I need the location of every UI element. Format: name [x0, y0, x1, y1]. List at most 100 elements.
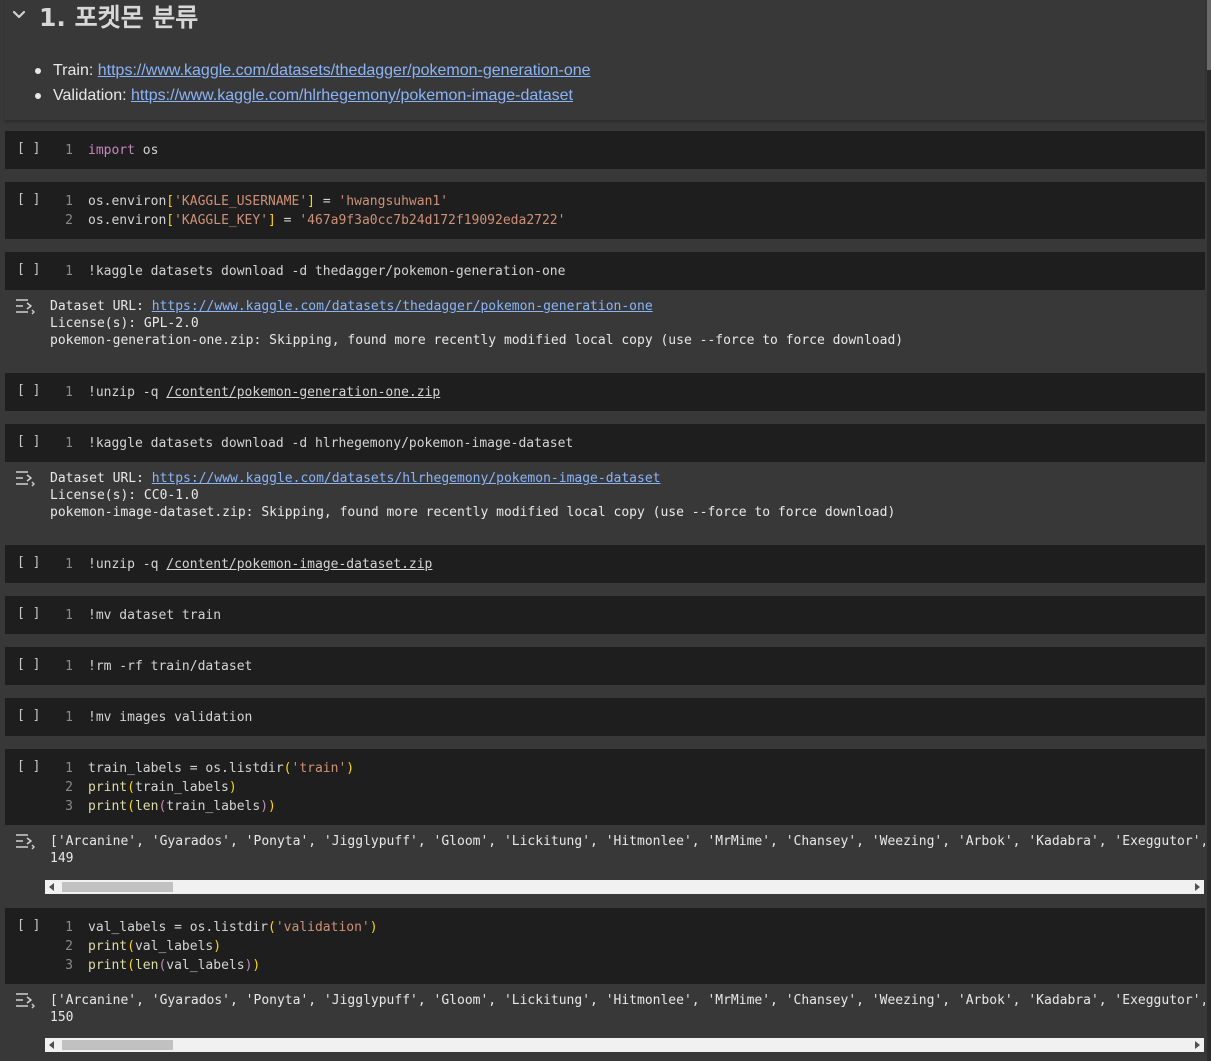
chevron-down-icon[interactable]	[9, 5, 29, 25]
output-line: 150	[50, 1010, 74, 1025]
code-cell[interactable]: [ ] 1 !rm -rf train/dataset	[5, 647, 1205, 685]
cell-output: Dataset URL: https://www.kaggle.com/data…	[5, 290, 1205, 360]
code-editor[interactable]: 1 !mv images validation	[55, 708, 252, 727]
line-number: 1	[65, 194, 73, 209]
run-cell-button[interactable]: [ ]	[17, 141, 40, 156]
code-line: 3 print(len(val_labels))	[55, 956, 378, 975]
code-editor[interactable]: 1 import os	[55, 141, 158, 160]
code-cell[interactable]: [ ] 1 os.environ['KAGGLE_USERNAME'] = 'hw…	[5, 182, 1205, 239]
run-cell-button[interactable]: [ ]	[17, 708, 40, 723]
output-line: Dataset URL: https://www.kaggle.com/data…	[50, 298, 903, 315]
scroll-right-icon[interactable]	[1195, 1041, 1200, 1049]
code-cell[interactable]: [ ] 1 !mv images validation	[5, 698, 1205, 736]
code-cell[interactable]: [ ] 1 !mv dataset train	[5, 596, 1205, 634]
code-editor[interactable]: 1 !rm -rf train/dataset	[55, 657, 252, 676]
run-cell-button[interactable]: [ ]	[17, 192, 40, 207]
code-text: os	[134, 143, 159, 158]
scroll-right-icon[interactable]	[1195, 883, 1200, 891]
code-cell[interactable]: [ ] 1 train_labels = os.listdir('train') …	[5, 749, 1205, 825]
horizontal-scrollbar[interactable]	[45, 1038, 1204, 1052]
code-function: print	[88, 958, 128, 973]
code-editor[interactable]: 1 val_labels = os.listdir('validation') 2…	[55, 918, 378, 975]
code-editor[interactable]: 1 train_labels = os.listdir('train') 2 pri…	[55, 759, 354, 816]
code-cell[interactable]: [ ] 1 !kaggle datasets download -d hlrheg…	[5, 424, 1205, 462]
code-editor[interactable]: 1 !kaggle datasets download -d thedagger/…	[55, 262, 565, 281]
code-text: !rm -rf train/dataset	[88, 659, 253, 674]
code-text: =	[315, 194, 339, 209]
code-line: 1 !mv dataset train	[55, 606, 221, 625]
list-item: Train: https://www.kaggle.com/datasets/t…	[33, 58, 591, 83]
markdown-cell[interactable]: 1. 포켓몬 분류 Train: https://www.kaggle.com/…	[5, 0, 1205, 121]
run-cell-button[interactable]: [ ]	[17, 262, 40, 277]
run-cell-button[interactable]: [ ]	[17, 383, 40, 398]
bullet-icon	[35, 68, 41, 74]
line-number: 3	[65, 799, 73, 814]
code-bracket: (	[283, 761, 292, 776]
code-string: 'KAGGLE_KEY'	[174, 213, 269, 228]
code-cell[interactable]: [ ] 1 !unzip -q /content/pokemon-image-da…	[5, 545, 1205, 583]
run-cell-button[interactable]: [ ]	[17, 555, 40, 570]
run-cell-button[interactable]: [ ]	[17, 759, 40, 774]
output-label: Dataset URL:	[50, 471, 152, 486]
code-bracket: (	[127, 958, 135, 973]
scrollbar-thumb[interactable]	[1207, 0, 1211, 70]
run-cell-button[interactable]: [ ]	[17, 606, 40, 621]
code-text: os.environ	[88, 213, 167, 228]
code-editor[interactable]: 1 os.environ['KAGGLE_USERNAME'] = 'hwangs…	[55, 192, 565, 230]
code-string: '467a9f3a0cc7b24d172f19092eda2722'	[299, 213, 566, 228]
line-number: 2	[65, 780, 73, 795]
code-function: print	[88, 799, 128, 814]
code-cell[interactable]: [ ] 1 val_labels = os.listdir('validation…	[5, 908, 1205, 984]
code-function: len	[134, 958, 159, 973]
code-text: os.environ	[88, 194, 167, 209]
line-number: 1	[65, 920, 73, 935]
code-line: 1 train_labels = os.listdir('train')	[55, 759, 354, 778]
dataset-link-list: Train: https://www.kaggle.com/datasets/t…	[33, 58, 591, 108]
output-link[interactable]: https://www.kaggle.com/datasets/hlrhegem…	[152, 471, 661, 486]
list-item: Validation: https://www.kaggle.com/hlrhe…	[33, 83, 591, 108]
output-line: pokemon-image-dataset.zip: Skipping, fou…	[50, 505, 896, 520]
scrollbar-thumb[interactable]	[62, 882, 173, 892]
output-toggle-icon[interactable]	[14, 991, 36, 1009]
output-line: Dataset URL: https://www.kaggle.com/data…	[50, 470, 895, 487]
code-line: 2 print(val_labels)	[55, 937, 378, 956]
code-bracket: ]	[268, 213, 276, 228]
code-editor[interactable]: 1 !kaggle datasets download -d hlrhegemon…	[55, 434, 573, 453]
output-link[interactable]: https://www.kaggle.com/datasets/thedagge…	[152, 299, 653, 314]
output-text: ['Arcanine', 'Gyarados', 'Ponyta', 'Jigg…	[50, 833, 1205, 867]
code-bracket: ]	[307, 194, 315, 209]
scroll-left-icon[interactable]	[49, 883, 54, 891]
code-editor[interactable]: 1 !unzip -q /content/pokemon-generation-o…	[55, 383, 440, 402]
run-cell-button[interactable]: [ ]	[17, 657, 40, 672]
line-number: 1	[65, 385, 73, 400]
scrollbar-thumb[interactable]	[62, 1040, 173, 1050]
file-path-link[interactable]: /content/pokemon-generation-one.zip	[166, 385, 440, 400]
code-text: !unzip -q	[88, 557, 167, 572]
code-editor[interactable]: 1 !unzip -q /content/pokemon-image-datase…	[55, 555, 432, 574]
scroll-left-icon[interactable]	[49, 1041, 54, 1049]
run-cell-button[interactable]: [ ]	[17, 918, 40, 933]
code-cell[interactable]: [ ] 1 !unzip -q /content/pokemon-generati…	[5, 373, 1205, 411]
train-dataset-link[interactable]: https://www.kaggle.com/datasets/thedagge…	[98, 62, 591, 79]
code-line: 2 print(train_labels)	[55, 778, 354, 797]
output-toggle-icon[interactable]	[14, 469, 36, 487]
file-path-link[interactable]: /content/pokemon-image-dataset.zip	[166, 557, 432, 572]
run-cell-button[interactable]: [ ]	[17, 434, 40, 449]
page-scrollbar[interactable]	[1207, 0, 1211, 1061]
line-number: 1	[65, 710, 73, 725]
horizontal-scrollbar[interactable]	[45, 880, 1204, 894]
code-keyword: import	[88, 143, 135, 158]
validation-dataset-link[interactable]: https://www.kaggle.com/hlrhegemony/pokem…	[131, 87, 573, 104]
output-line: License(s): CC0-1.0	[50, 488, 199, 503]
code-editor[interactable]: 1 !mv dataset train	[55, 606, 221, 625]
line-number: 1	[65, 659, 73, 674]
code-cell[interactable]: [ ] 1 !kaggle datasets download -d thedag…	[5, 252, 1205, 290]
code-text: val_labels	[134, 939, 214, 954]
output-line: 149	[50, 851, 74, 866]
code-function: len	[134, 799, 159, 814]
output-toggle-icon[interactable]	[14, 832, 36, 850]
code-text: train_labels = os.listdir	[88, 761, 284, 776]
code-cell[interactable]: [ ] 1 import os	[5, 131, 1205, 169]
line-number: 1	[65, 557, 73, 572]
output-toggle-icon[interactable]	[14, 297, 36, 315]
